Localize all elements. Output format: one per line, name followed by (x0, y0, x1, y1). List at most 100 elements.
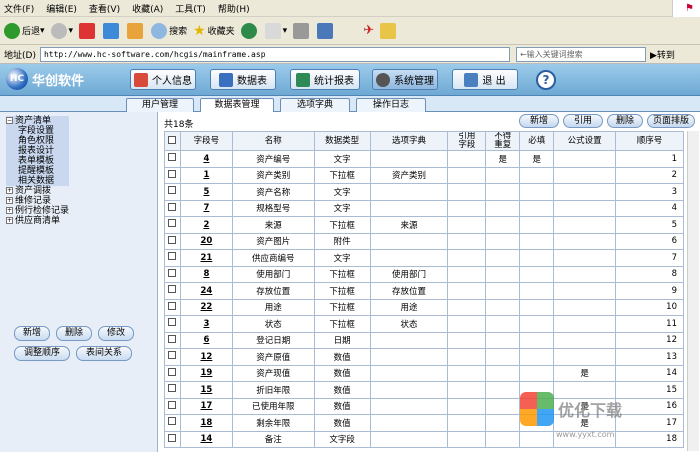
field-id-link[interactable]: 24 (179, 282, 233, 300)
table-row[interactable]: 6 登记日期 日期 12 (164, 331, 684, 349)
table-row[interactable]: 20 资产图片 附件 6 (164, 232, 684, 250)
expand-icon[interactable]: + (6, 187, 13, 194)
tree-node[interactable]: + 资产调拨 (6, 186, 69, 196)
row-checkbox[interactable] (168, 153, 177, 162)
system-admin-button[interactable]: 系统管理 (372, 69, 438, 90)
menu-item-5[interactable]: 帮助(H) (218, 2, 250, 15)
field-id-link[interactable]: 12 (179, 348, 233, 366)
keyword-search-input[interactable]: ←输入关键词搜索 (515, 46, 646, 62)
table-row[interactable]: 21 供应商编号 文字 7 (164, 249, 684, 267)
table-row[interactable]: 19 资产现值 数值 是 14 (164, 364, 684, 382)
delete-field-button[interactable]: 删除 (607, 114, 643, 128)
menu-item-1[interactable]: 编辑(E) (46, 2, 77, 15)
mail-button[interactable]: ▾ (264, 22, 287, 39)
personal-info-button[interactable]: 个人信息 (130, 69, 196, 90)
print-button[interactable] (293, 22, 311, 39)
url-input[interactable]: http://www.hc-software.com/hcgis/mainfra… (39, 46, 510, 62)
tree-node[interactable]: 相关数据 (6, 176, 70, 186)
collapse-icon[interactable]: − (6, 117, 13, 124)
stat-report-button[interactable]: 统计报表 (290, 69, 360, 90)
home-button[interactable] (127, 22, 145, 39)
tree-node[interactable]: + 供应商清单 (6, 216, 69, 226)
reorder-button[interactable]: 调整顺序 (14, 346, 70, 361)
row-checkbox[interactable] (168, 219, 177, 228)
field-id-link[interactable]: 7 (179, 199, 233, 217)
field-id-link[interactable]: 21 (179, 249, 233, 267)
field-id-link[interactable]: 6 (179, 331, 233, 349)
row-checkbox[interactable] (168, 252, 177, 261)
media-button[interactable] (240, 22, 259, 39)
row-checkbox[interactable] (168, 169, 177, 178)
row-checkbox[interactable] (168, 384, 177, 393)
field-id-link[interactable]: 18 (179, 414, 233, 432)
expand-icon[interactable]: + (6, 197, 13, 204)
field-id-link[interactable]: 14 (179, 430, 233, 448)
row-checkbox[interactable] (168, 285, 177, 294)
field-id-link[interactable]: 15 (179, 381, 233, 399)
table-row[interactable]: 22 用途 下拉框 用途 10 (164, 298, 684, 316)
row-checkbox[interactable] (168, 334, 177, 343)
row-checkbox[interactable] (168, 318, 177, 327)
sidebar-delete-button[interactable]: 删除 (56, 326, 92, 341)
row-checkbox[interactable] (168, 202, 177, 211)
menu-item-0[interactable]: 文件(F) (4, 2, 34, 15)
table-row[interactable]: 3 状态 下拉框 状态 11 (164, 315, 684, 333)
tab-data-table-management[interactable]: 数据表管理 (200, 98, 274, 113)
forward-button[interactable]: ▾ (50, 22, 73, 39)
table-row[interactable]: 12 资产原值 数值 13 (164, 348, 684, 366)
tab-option-dictionary[interactable]: 选项字典 (280, 98, 350, 112)
tree-node[interactable]: + 维修记录 (6, 196, 69, 206)
search-button[interactable]: 搜索 (151, 22, 187, 39)
select-all-checkbox[interactable] (168, 135, 177, 144)
table-row[interactable]: 5 资产名称 文字 3 (164, 183, 684, 201)
field-id-link[interactable]: 17 (179, 397, 233, 415)
favorites-button[interactable]: ★ 收藏夹 (193, 23, 235, 39)
field-id-link[interactable]: 19 (179, 364, 233, 382)
table-row[interactable]: 8 使用部门 下拉框 使用部门 8 (164, 265, 684, 283)
page-layout-button[interactable]: 页面排版 (647, 114, 695, 128)
table-row[interactable]: 1 资产类别 下拉框 资产类别 2 (164, 166, 684, 184)
field-id-link[interactable]: 5 (179, 183, 233, 201)
field-id-link[interactable]: 20 (179, 232, 233, 250)
field-id-link[interactable]: 1 (179, 166, 233, 184)
refresh-button[interactable] (103, 22, 121, 39)
table-row[interactable]: 2 来源 下拉框 来源 5 (164, 216, 684, 234)
table-row[interactable]: 7 规格型号 文字 4 (164, 199, 684, 217)
messenger-button[interactable]: ✈ (363, 23, 374, 38)
tree-node[interactable]: 报表设计 (6, 146, 70, 156)
tree-node[interactable]: 表单模板 (6, 156, 70, 166)
field-id-link[interactable]: 2 (179, 216, 233, 234)
table-row[interactable]: 24 存放位置 下拉框 存放位置 9 (164, 282, 684, 300)
tree-node[interactable]: + 例行检修记录 (6, 206, 69, 216)
menu-item-4[interactable]: 工具(T) (175, 2, 206, 15)
tab-operation-log[interactable]: 操作日志 (356, 98, 426, 112)
go-button[interactable]: ▶转到 (650, 48, 675, 61)
import-field-button[interactable]: 引用 (563, 114, 603, 128)
sidebar-edit-button[interactable]: 修改 (98, 326, 134, 341)
tab-user-management[interactable]: 用户管理 (126, 98, 194, 112)
vertical-scrollbar[interactable] (687, 131, 699, 451)
row-checkbox[interactable] (168, 235, 177, 244)
menu-item-3[interactable]: 收藏(A) (132, 2, 163, 15)
expand-icon[interactable]: + (6, 207, 13, 214)
help-icon[interactable]: ? (536, 70, 556, 90)
row-checkbox[interactable] (168, 268, 177, 277)
tree-node[interactable]: 角色权限 (6, 136, 70, 146)
row-checkbox[interactable] (168, 367, 177, 376)
field-id-link[interactable]: 3 (179, 315, 233, 333)
edit-button[interactable] (317, 22, 335, 39)
table-row[interactable]: 4 资产编号 文字 是是 1 (164, 150, 684, 168)
logout-button[interactable]: 退 出 (452, 69, 518, 90)
row-checkbox[interactable] (168, 351, 177, 360)
stop-button[interactable] (79, 22, 97, 39)
add-field-button[interactable]: 新增 (519, 114, 559, 128)
folder-button[interactable] (380, 22, 398, 39)
tree-node[interactable]: 字段设置 (6, 126, 70, 136)
tree-node[interactable]: 提醒模板 (6, 166, 70, 176)
row-checkbox[interactable] (168, 301, 177, 310)
row-checkbox[interactable] (168, 417, 177, 426)
row-checkbox[interactable] (168, 400, 177, 409)
row-checkbox[interactable] (168, 186, 177, 195)
field-id-link[interactable]: 22 (179, 298, 233, 316)
field-id-link[interactable]: 4 (179, 150, 233, 168)
